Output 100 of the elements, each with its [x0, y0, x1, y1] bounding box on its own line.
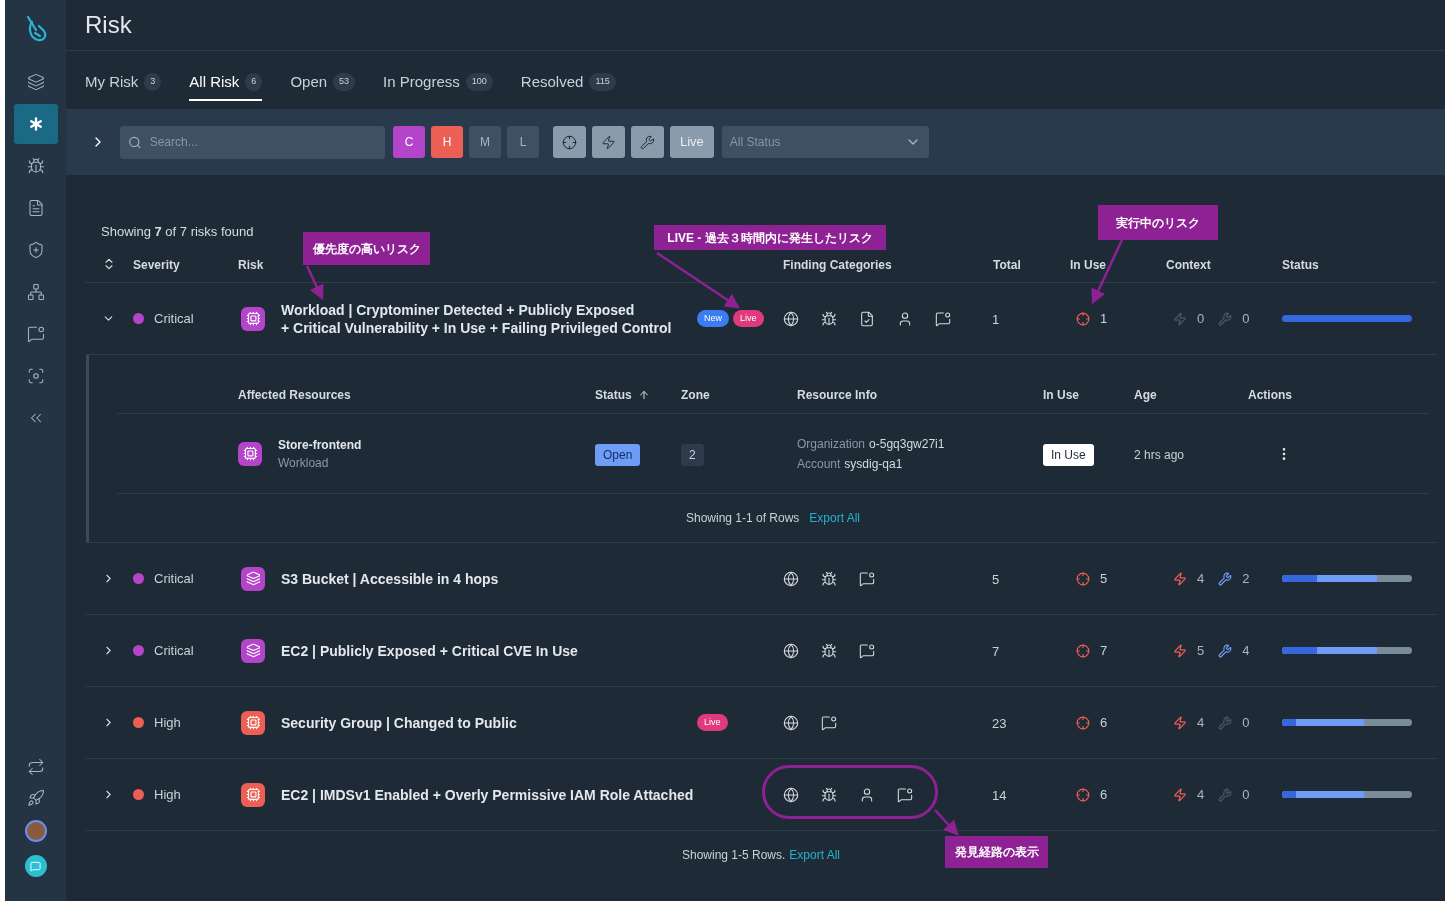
- column-header[interactable]: Context: [1166, 257, 1211, 272]
- layers-icon[interactable]: [26, 73, 45, 91]
- column-header[interactable]: Affected Resources: [238, 386, 351, 404]
- risk-title[interactable]: EC2 | IMDSv1 Enabled + Overly Permissive IAM Role Attached: [281, 785, 775, 804]
- tab[interactable]: My Risk 3: [85, 70, 162, 101]
- column-header[interactable]: Risk: [238, 257, 264, 272]
- chat-button[interactable]: [24, 855, 47, 877]
- user-avatar[interactable]: [24, 820, 47, 842]
- bug-icon[interactable]: [821, 310, 837, 327]
- context-count: 4: [1197, 785, 1205, 804]
- context-count: 2: [1242, 569, 1250, 588]
- shield-icon[interactable]: [26, 241, 45, 259]
- search-icon: [128, 134, 142, 150]
- message-icon[interactable]: [859, 642, 875, 659]
- callout-label: 発見経路の表示: [945, 836, 1048, 868]
- search-input[interactable]: Search...: [149, 133, 377, 151]
- wrench-filter-button[interactable]: [631, 126, 664, 158]
- message-icon[interactable]: [859, 570, 875, 587]
- repeat-icon[interactable]: [26, 758, 45, 776]
- globe-icon[interactable]: [783, 310, 799, 327]
- dropdown-placeholder: All Status: [729, 134, 781, 151]
- total-count: 1: [992, 311, 1000, 327]
- export-all-link[interactable]: Export All: [809, 509, 861, 527]
- total-count: 14: [992, 787, 1007, 803]
- sort-arrow-icon[interactable]: [637, 389, 650, 401]
- checklist-icon[interactable]: [859, 310, 875, 327]
- user-icon[interactable]: [859, 786, 875, 803]
- severity-label: Critical: [154, 569, 194, 588]
- chip-icon: [241, 710, 265, 735]
- severity-filter-button[interactable]: C: [393, 126, 425, 158]
- bug-icon[interactable]: [821, 570, 837, 587]
- context-count: 4: [1242, 641, 1250, 660]
- column-header[interactable]: In Use: [1070, 257, 1106, 272]
- context-count: 0: [1197, 309, 1205, 328]
- age-text: 2 hrs ago: [1134, 447, 1185, 462]
- tab[interactable]: In Progress 100: [383, 70, 493, 101]
- nodes-icon[interactable]: [26, 283, 45, 301]
- bug-icon[interactable]: [821, 786, 837, 803]
- lightning-filter-button[interactable]: [592, 126, 625, 158]
- message-icon[interactable]: [897, 786, 913, 803]
- in-use-count: 6: [1100, 713, 1108, 732]
- message-icon[interactable]: [821, 714, 837, 731]
- column-header[interactable]: Zone: [681, 386, 710, 404]
- risk-title[interactable]: EC2 | Publicly Exposed + Critical CVE In Use: [281, 641, 775, 660]
- export-all-link[interactable]: Export All: [789, 846, 841, 864]
- column-header[interactable]: In Use: [1043, 386, 1079, 404]
- callout-arrow: [934, 809, 959, 836]
- in-use-count: 7: [1100, 641, 1108, 660]
- info-value: sysdig-qa1: [844, 455, 903, 473]
- globe-icon[interactable]: [783, 786, 799, 803]
- context-count: 0: [1242, 785, 1250, 804]
- bug-icon[interactable]: [821, 642, 837, 659]
- column-header[interactable]: Actions: [1248, 386, 1292, 404]
- lightning-icon[interactable]: [601, 134, 616, 150]
- crosshair-icon[interactable]: [562, 134, 577, 150]
- message-icon[interactable]: [26, 325, 45, 343]
- column-header[interactable]: Finding Categories: [783, 257, 892, 272]
- page-title: Risk: [85, 10, 132, 40]
- context-count: 0: [1242, 309, 1250, 328]
- crosshair-filter-button[interactable]: [553, 126, 586, 158]
- column-header[interactable]: Age: [1134, 386, 1157, 404]
- column-header[interactable]: Severity: [133, 257, 180, 272]
- risk-title[interactable]: Workload | Cryptominer Detected + Publicly Exposed + Critical Vulnerability + In Use + Failing Privileged Control: [281, 300, 695, 337]
- zone-tag: 2: [681, 443, 704, 466]
- search-field[interactable]: Search...: [120, 125, 385, 159]
- tab[interactable]: Open 53: [290, 70, 356, 101]
- column-header[interactable]: Total: [993, 257, 1021, 272]
- in-use-count: 5: [1100, 569, 1108, 588]
- info-value: o-5gq3gw27i1: [869, 435, 945, 453]
- rocket-icon[interactable]: [26, 789, 45, 807]
- callout-arrow: [305, 265, 324, 301]
- column-header[interactable]: Resource Info: [797, 386, 877, 404]
- chip-icon: [238, 441, 262, 466]
- layers-icon: [241, 566, 265, 591]
- scan-icon[interactable]: [26, 367, 45, 385]
- severity-filter-button[interactable]: L: [507, 126, 539, 158]
- chip-icon: [241, 782, 265, 807]
- in-use-tag: In Use: [1043, 443, 1094, 466]
- risk-title[interactable]: Security Group | Changed to Public: [281, 713, 695, 732]
- pagination-text: Showing 1-5 Rows.: [681, 847, 786, 864]
- tab[interactable]: Resolved 115: [520, 70, 616, 101]
- column-header[interactable]: Status: [595, 386, 632, 404]
- wrench-icon[interactable]: [640, 134, 655, 150]
- risk-title[interactable]: S3 Bucket | Accessible in 4 hops: [281, 569, 775, 588]
- severity-filter-button[interactable]: M: [469, 126, 501, 158]
- tab[interactable]: All Risk 6: [189, 70, 263, 101]
- live-badge: Live: [733, 310, 764, 327]
- document-icon[interactable]: [26, 199, 45, 217]
- context-count: 4: [1197, 713, 1205, 732]
- column-header[interactable]: Status: [1282, 257, 1319, 272]
- globe-icon[interactable]: [783, 642, 799, 659]
- message-icon[interactable]: [935, 310, 951, 327]
- context-count: 4: [1197, 569, 1205, 588]
- globe-icon[interactable]: [783, 570, 799, 587]
- user-icon[interactable]: [897, 310, 913, 327]
- callout-label: LIVE - 過去３時間内に発生したリスク: [654, 225, 886, 250]
- globe-icon[interactable]: [783, 714, 799, 731]
- resource-type: Workload: [278, 454, 330, 472]
- resource-name[interactable]: Store-frontend: [278, 435, 362, 454]
- bug-icon[interactable]: [26, 157, 45, 175]
